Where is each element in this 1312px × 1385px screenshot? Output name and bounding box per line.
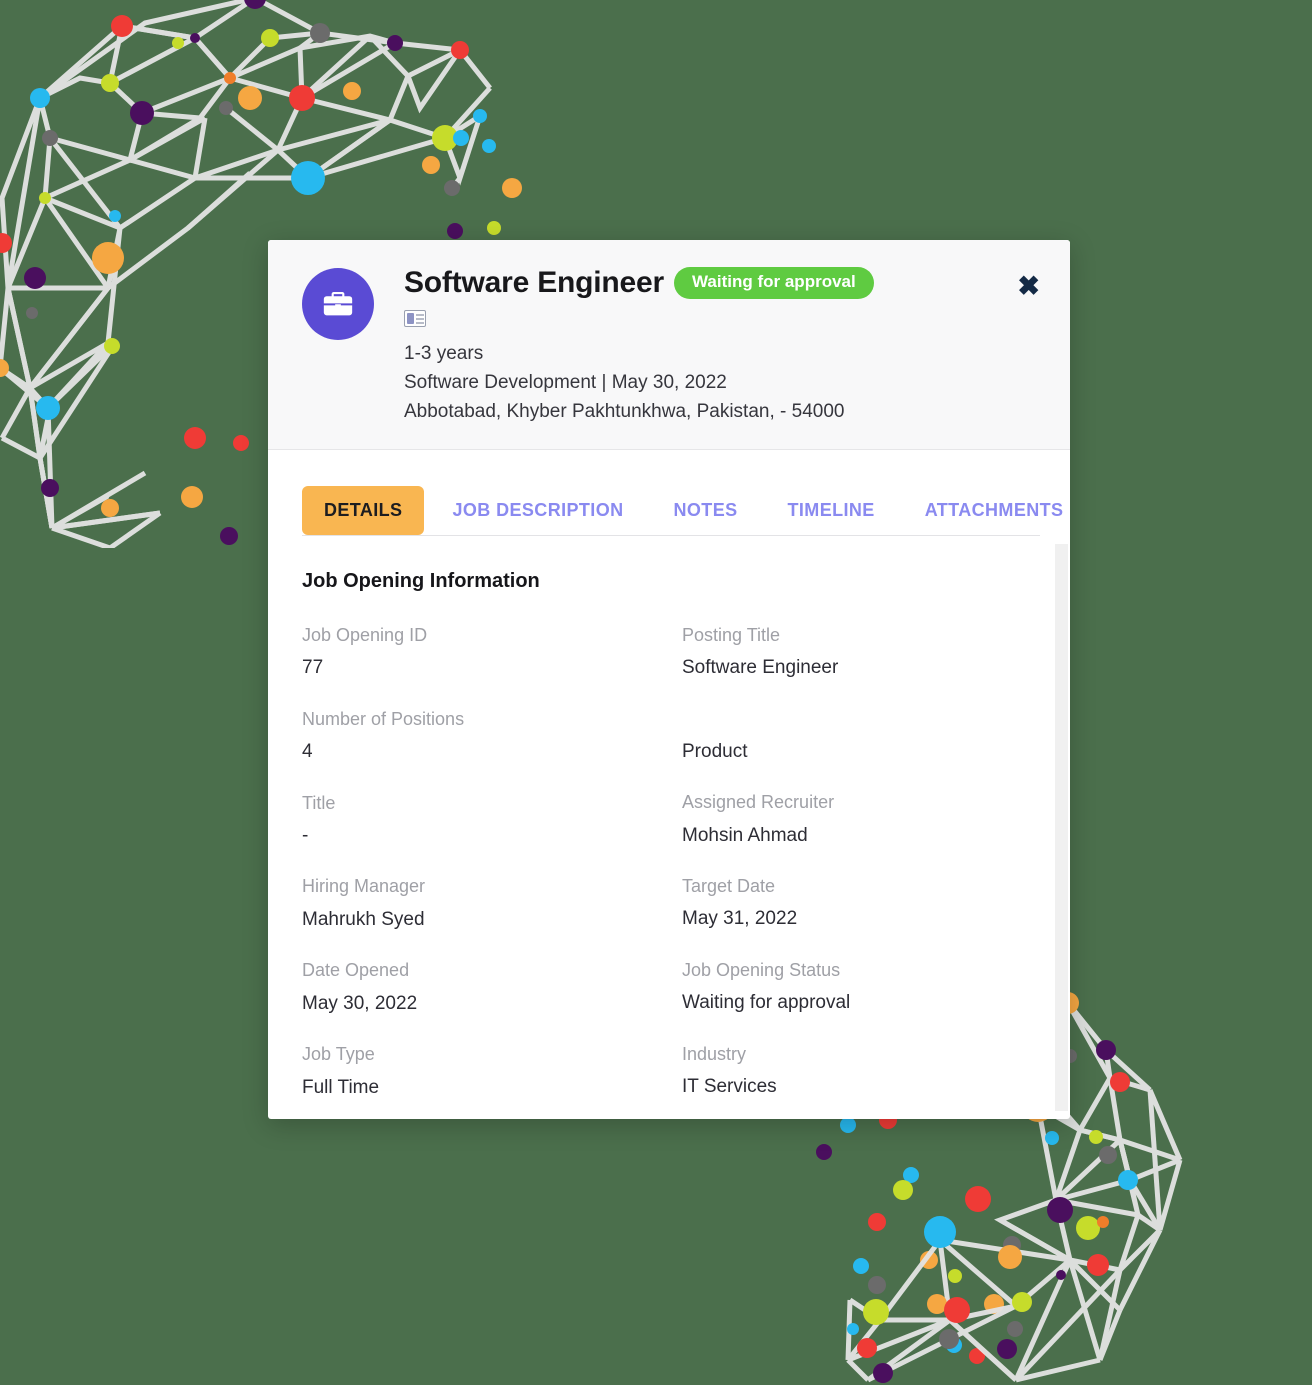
field-label: Hiring Manager xyxy=(302,876,426,897)
page-title: Software Engineer xyxy=(404,266,664,299)
close-icon[interactable]: ✖ xyxy=(1017,273,1040,300)
field-value: Mahrukh Syed xyxy=(302,908,425,930)
field-value: Software Engineer xyxy=(682,656,839,678)
tabs-container: DETAILS JOB DESCRIPTION NOTES TIMELINE A… xyxy=(268,450,1070,536)
tab-notes[interactable]: NOTES xyxy=(652,486,760,535)
title-row: Software Engineer Waiting for approval xyxy=(404,266,1040,300)
field-date-opened: Date Opened May 30, 2022 xyxy=(302,958,656,1016)
field-label: Date Opened xyxy=(302,960,410,981)
field-label: Industry xyxy=(682,1044,747,1065)
field-posting-title: Posting Title Software Engineer xyxy=(682,623,1036,681)
section-title: Job Opening Information xyxy=(302,569,540,592)
skill-date-line: Software Development | May 30, 2022 xyxy=(404,371,727,393)
header-text-block: Software Engineer Waiting for approval 1… xyxy=(404,264,1040,427)
field-label xyxy=(682,707,1036,731)
experience-line: 1-3 years xyxy=(404,343,484,364)
field-label: Job Opening Status xyxy=(682,960,841,981)
field-number-of-positions: Number of Positions 4 xyxy=(302,707,656,765)
field-value: - xyxy=(302,824,309,846)
field-hiring-manager: Hiring Manager Mahrukh Syed xyxy=(302,874,656,932)
location-line: Abbotabad, Khyber Pakhtunkhwa, Pakistan,… xyxy=(404,400,845,422)
job-opening-modal: Software Engineer Waiting for approval 1… xyxy=(268,240,1070,1119)
field-assigned-recruiter: Assigned Recruiter Mohsin Ahmad xyxy=(682,790,1036,848)
field-label: Title xyxy=(302,792,336,813)
tab-list: DETAILS JOB DESCRIPTION NOTES TIMELINE A… xyxy=(302,485,1063,536)
field-value: Mohsin Ahmad xyxy=(682,824,808,846)
field-target-date: Target Date May 31, 2022 xyxy=(682,874,1036,932)
field-department: Product xyxy=(682,707,1036,765)
field-job-opening-status: Job Opening Status Waiting for approval xyxy=(682,958,1036,1016)
field-label: Job Type xyxy=(302,1044,375,1065)
field-label: Target Date xyxy=(682,876,776,897)
field-value: Waiting for approval xyxy=(682,992,851,1014)
field-title: Title - xyxy=(302,791,656,849)
id-card-icon xyxy=(404,310,426,327)
right-field-column: Posting Title Software Engineer Product … xyxy=(682,623,1036,1119)
field-label: Assigned Recruiter xyxy=(682,792,835,813)
status-badge: Waiting for approval xyxy=(674,267,874,299)
field-label: Job Opening ID xyxy=(302,624,428,645)
field-job-type: Job Type Full Time xyxy=(302,1042,656,1100)
tab-job-description[interactable]: JOB DESCRIPTION xyxy=(430,486,645,535)
field-job-opening-id: Job Opening ID 77 xyxy=(302,623,656,681)
field-value: 4 xyxy=(302,740,313,762)
field-value: IT Services xyxy=(682,1076,777,1098)
vertical-scrollbar[interactable] xyxy=(1055,543,1068,1111)
field-value: May 31, 2022 xyxy=(682,908,798,930)
details-panel: Job Opening Information Job Opening ID 7… xyxy=(268,536,1070,1119)
fields-grid: Job Opening ID 77 Number of Positions 4 … xyxy=(302,623,1036,1119)
left-field-column: Job Opening ID 77 Number of Positions 4 … xyxy=(302,623,656,1119)
modal-header: Software Engineer Waiting for approval 1… xyxy=(268,240,1070,450)
tab-attachments[interactable]: ATTACHMENTS xyxy=(903,486,1070,535)
tab-timeline[interactable]: TIMELINE xyxy=(766,486,897,535)
field-value: May 30, 2022 xyxy=(302,992,418,1014)
field-value: Product xyxy=(682,740,748,762)
field-label: Number of Positions xyxy=(302,708,465,729)
field-value: 77 xyxy=(302,656,324,678)
briefcase-icon xyxy=(302,268,374,340)
field-label: Posting Title xyxy=(682,624,781,645)
tab-details[interactable]: DETAILS xyxy=(302,485,425,535)
field-industry: Industry IT Services xyxy=(682,1042,1036,1100)
field-value: Full Time xyxy=(302,1076,380,1098)
